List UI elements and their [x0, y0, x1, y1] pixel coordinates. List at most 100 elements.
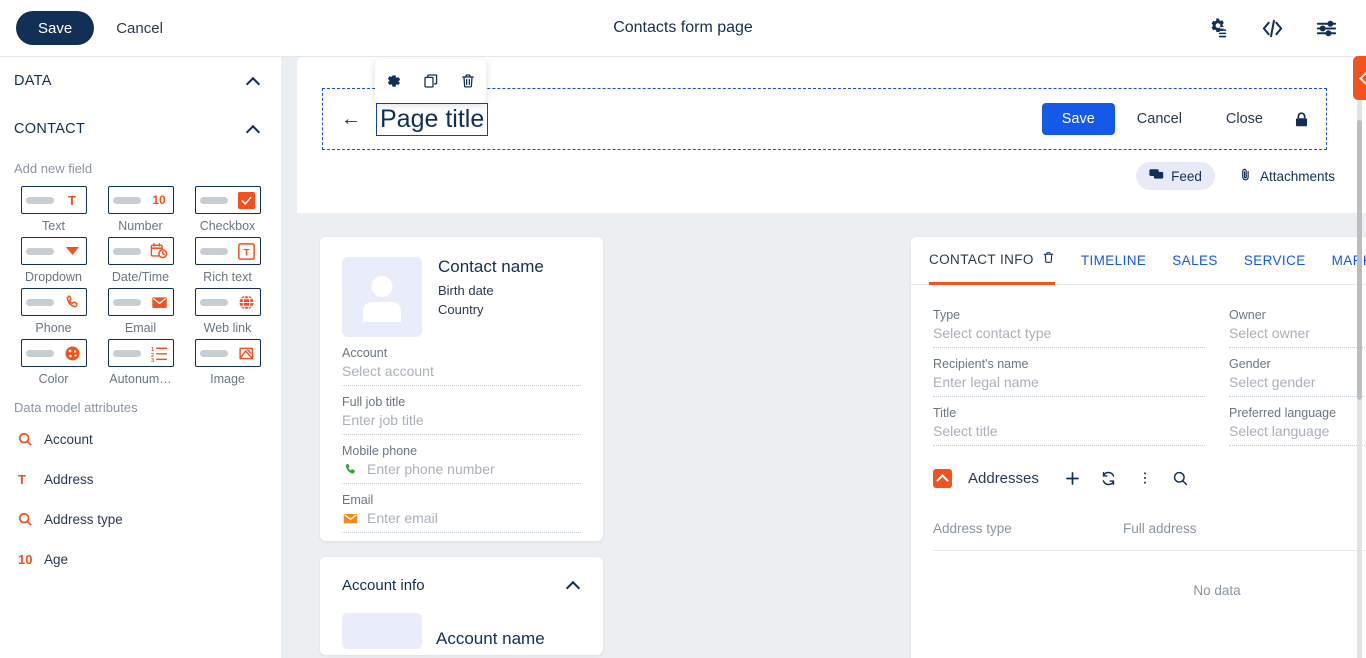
chevron-up-icon[interactable]: [933, 468, 952, 488]
field-value: Enter phone number: [367, 461, 495, 477]
field-tile-image[interactable]: Image: [184, 339, 271, 386]
field-tile-text[interactable]: T Text: [10, 186, 97, 233]
field-value: Enter email: [367, 510, 438, 526]
field-type: Type Select contact type: [933, 299, 1205, 348]
field-tile-datetime[interactable]: Date/Time: [97, 237, 184, 284]
field-tile-box: [194, 339, 261, 367]
rich-text-icon: T: [237, 242, 256, 261]
field-tile-label: Email: [124, 321, 157, 335]
data-model-attributes-title: Data model attributes: [14, 400, 138, 415]
gender-input[interactable]: Select gender: [1229, 374, 1366, 397]
title-input[interactable]: Select title: [933, 423, 1205, 446]
trash-icon[interactable]: [458, 71, 478, 91]
field-label: Gender: [1229, 357, 1271, 371]
cancel-button[interactable]: Cancel: [116, 20, 163, 37]
tile-placeholder-bar: [25, 247, 54, 255]
element-float-toolbar: [375, 59, 486, 103]
kebab-menu-icon[interactable]: [1135, 468, 1155, 488]
detail-tabs: CONTACT INFO TIMELINE SALES SERVICE MARK…: [911, 237, 1366, 285]
chevron-up-icon: [247, 125, 261, 134]
field-tile-dropdown[interactable]: Dropdown: [10, 237, 97, 284]
attribute-item-age[interactable]: 10 Age: [0, 539, 281, 579]
page-header-actions: Save Cancel Close: [1041, 103, 1310, 135]
svg-text:1: 1: [151, 346, 154, 352]
contact-detail-card: CONTACT INFO TIMELINE SALES SERVICE MARK…: [911, 237, 1366, 658]
page-close-button[interactable]: Close: [1204, 111, 1285, 127]
field-tile-phone[interactable]: Phone: [10, 288, 97, 335]
scrollbar-thumb[interactable]: [1357, 120, 1362, 400]
tile-placeholder-bar: [199, 196, 228, 204]
gear-icon[interactable]: [384, 71, 404, 91]
field-tile-box: [107, 237, 174, 265]
field-tile-box: [20, 237, 87, 265]
preferred-language-input[interactable]: Select language: [1229, 423, 1366, 446]
contact-info-form: Type Select contact type Owner Select ow…: [911, 285, 1366, 448]
field-tile-weblink[interactable]: Web link: [184, 288, 271, 335]
save-button[interactable]: Save: [16, 11, 95, 45]
field-tile-richtext[interactable]: T Rich text: [184, 237, 271, 284]
chevron-left-icon[interactable]: [1353, 56, 1366, 100]
search-icon[interactable]: [1171, 468, 1191, 488]
attachments-tab[interactable]: Attachments: [1225, 162, 1348, 190]
tile-placeholder-bar: [199, 247, 228, 255]
contact-card-header: Contact name Birth date Country: [342, 257, 581, 337]
field-tile-label: Text: [42, 219, 65, 233]
tile-placeholder-bar: [199, 349, 228, 357]
code-icon[interactable]: [1260, 16, 1284, 40]
sidebar-section-data[interactable]: DATA: [0, 57, 281, 105]
left-sidebar: DATA CONTACT Add new field T Text 10 Num…: [0, 57, 281, 658]
tile-placeholder-bar: [25, 196, 54, 204]
type-input[interactable]: Select contact type: [933, 325, 1205, 348]
page-title-input[interactable]: Page title: [376, 102, 489, 136]
tile-placeholder-bar: [112, 298, 141, 306]
tab-service[interactable]: SERVICE: [1244, 237, 1306, 285]
attribute-item-account[interactable]: Account: [0, 419, 281, 459]
back-arrow-icon[interactable]: ←: [341, 109, 361, 129]
field-label: Email: [342, 493, 374, 507]
account-name: Account name: [436, 629, 545, 648]
lock-icon[interactable]: [1285, 111, 1310, 128]
field-tile-number[interactable]: 10 Number: [97, 186, 184, 233]
attribute-item-address[interactable]: T Address: [0, 459, 281, 499]
field-tile-box: T: [20, 186, 87, 214]
field-value: Select owner: [1229, 325, 1310, 341]
sliders-icon[interactable]: [1314, 16, 1338, 40]
tab-contact-info[interactable]: CONTACT INFO: [929, 237, 1055, 285]
addresses-empty-state: No data: [1193, 583, 1241, 598]
tab-sales[interactable]: SALES: [1172, 237, 1218, 285]
copy-icon[interactable]: [421, 71, 441, 91]
plus-icon[interactable]: [1063, 468, 1083, 488]
chevron-up-icon: [567, 581, 581, 590]
sidebar-section-contact[interactable]: CONTACT: [0, 105, 281, 153]
svg-text:T: T: [243, 247, 250, 258]
field-full-job-title: Full job title Enter job title: [342, 386, 581, 435]
mobile-phone-input[interactable]: Enter phone number: [342, 461, 581, 484]
field-tile-checkbox[interactable]: Checkbox: [184, 186, 271, 233]
account-info-body: Account name: [342, 613, 581, 655]
addresses-section-header: Addresses: [911, 448, 1366, 496]
job-title-input[interactable]: Enter job title: [342, 412, 581, 435]
page-save-button[interactable]: Save: [1041, 103, 1115, 135]
tab-timeline[interactable]: TIMELINE: [1081, 237, 1146, 285]
chevron-up-icon: [247, 77, 261, 86]
field-value: Select gender: [1229, 374, 1316, 390]
field-tile-color[interactable]: Color: [10, 339, 97, 386]
number-icon: 10: [18, 551, 33, 567]
email-input[interactable]: Enter email: [342, 510, 581, 533]
recipients-name-input[interactable]: Enter legal name: [933, 374, 1205, 397]
field-tile-email[interactable]: Email: [97, 288, 184, 335]
refresh-icon[interactable]: [1099, 468, 1119, 488]
account-input[interactable]: Select account: [342, 363, 581, 386]
tile-placeholder-bar: [112, 247, 141, 255]
owner-input[interactable]: Select owner: [1229, 325, 1366, 348]
feed-tab[interactable]: Feed: [1136, 162, 1215, 190]
addresses-grid-header: Address type Full address +: [933, 518, 1366, 551]
tile-placeholder-bar: [199, 298, 228, 306]
trash-icon[interactable]: [1042, 251, 1055, 267]
attribute-item-address-type[interactable]: Address type: [0, 499, 281, 539]
page-cancel-button[interactable]: Cancel: [1115, 111, 1204, 127]
account-info-header[interactable]: Account info: [342, 557, 581, 613]
field-gender: Gender Select gender: [1229, 348, 1366, 397]
field-tile-autonumber[interactable]: 1 2 3 Autonum…: [97, 339, 184, 386]
settings-list-icon[interactable]: [1206, 16, 1230, 40]
